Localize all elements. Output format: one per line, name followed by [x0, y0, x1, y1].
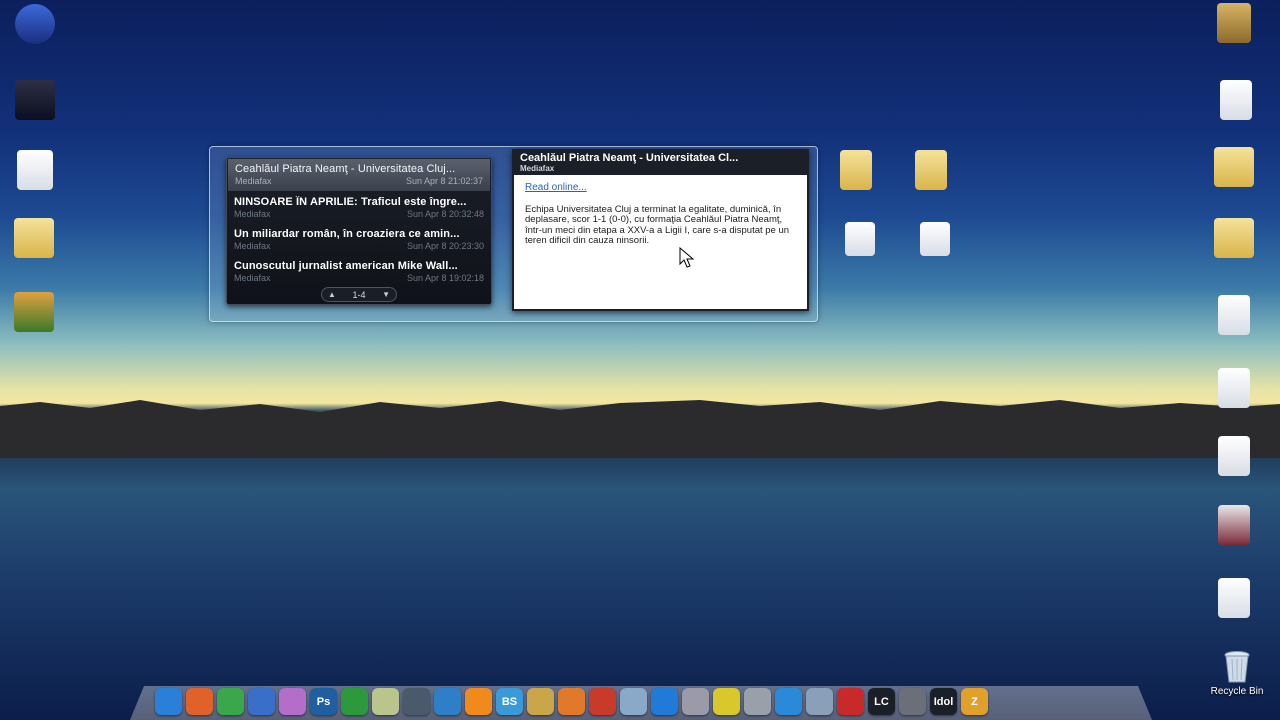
ccleaner-icon[interactable] — [434, 688, 461, 715]
desktop-icon-file[interactable] — [1218, 295, 1250, 335]
headline-date: Sun Apr 8 21:02:37 — [405, 176, 483, 186]
headline-date: Sun Apr 8 20:32:48 — [406, 209, 484, 219]
triangle-up-icon[interactable]: ▲ — [328, 290, 336, 299]
recycle-bin-label: Recycle Bin — [1210, 686, 1264, 697]
article-body: Echipa Universitatea Cluj a terminat la … — [525, 204, 790, 246]
triangle-down-icon[interactable]: ▼ — [382, 290, 390, 299]
lightning-icon[interactable] — [775, 688, 802, 715]
headline-date: Sun Apr 8 20:23:30 — [406, 241, 484, 251]
chart-app-icon[interactable] — [248, 688, 275, 715]
desktop-icon-folder[interactable] — [1214, 218, 1254, 258]
mountain-silhouette — [0, 400, 1280, 458]
folder-icon[interactable] — [806, 688, 833, 715]
headline-source: Mediafax — [234, 241, 271, 251]
bs-player-icon[interactable]: BS — [496, 688, 523, 715]
car-icon[interactable] — [837, 688, 864, 715]
desktop-icon-image[interactable] — [1217, 3, 1251, 43]
headline-title: NINSOARE ÎN APRILIE: Traficul este îngre… — [234, 196, 467, 208]
chrome-icon[interactable] — [217, 688, 244, 715]
desktop-icon-image[interactable] — [14, 292, 54, 332]
headline-date: Sun Apr 8 19:02:18 — [406, 273, 484, 283]
lock-icon[interactable] — [744, 688, 771, 715]
article-panel: Ceahlăul Piatra Neamţ - Universitatea Cl… — [512, 149, 809, 311]
video-icon[interactable] — [558, 688, 585, 715]
mouse-cursor-icon — [679, 247, 695, 268]
tools-icon[interactable] — [527, 688, 554, 715]
pager-range: 1-4 — [352, 289, 366, 300]
headline-title: Cunoscutul jurnalist american Mike Wall.… — [234, 260, 458, 272]
desktop-icon-folder[interactable] — [840, 150, 872, 190]
desktop-icon-folder[interactable] — [1214, 147, 1254, 187]
desktop-icon-file[interactable] — [920, 222, 950, 256]
teamviewer-icon[interactable] — [651, 688, 678, 715]
desktop-icon-app[interactable] — [15, 80, 55, 120]
idol-icon[interactable]: Idol — [930, 688, 957, 715]
notes-icon[interactable] — [372, 688, 399, 715]
desktop-icon-file[interactable] — [1220, 80, 1252, 120]
desktop-icon-folder[interactable] — [14, 218, 54, 258]
dock: Ps BS LC Idol Z — [155, 688, 988, 716]
internet-explorer-icon[interactable] — [155, 688, 182, 715]
search-icon[interactable] — [620, 688, 647, 715]
desktop-icon-network[interactable] — [15, 4, 55, 44]
article-title: Ceahlăul Piatra Neamţ - Universitatea Cl… — [520, 152, 739, 164]
headline-source: Mediafax — [235, 176, 272, 186]
z-app-icon[interactable]: Z — [961, 688, 988, 715]
desktop-icon-file[interactable] — [1218, 368, 1250, 408]
headline-title: Ceahlăul Piatra Neamţ - Universitatea Cl… — [235, 163, 456, 175]
pager: ▲ 1-4 ▼ — [321, 287, 397, 302]
desktop-icon-file[interactable] — [1218, 436, 1250, 476]
desktop-icon-app[interactable] — [1218, 505, 1250, 545]
avira-icon[interactable] — [589, 688, 616, 715]
article-source: Mediafax — [520, 164, 555, 173]
network-icon[interactable] — [682, 688, 709, 715]
read-online-link[interactable]: Read online... — [525, 182, 807, 193]
headline-item[interactable]: Cunoscutul jurnalist american Mike Wall.… — [227, 256, 491, 288]
desktop-icon-file[interactable] — [17, 150, 53, 190]
recycle-bin[interactable]: Recycle Bin — [1207, 650, 1267, 697]
headline-item[interactable]: NINSOARE ÎN APRILIE: Traficul este îngre… — [227, 192, 491, 224]
recycle-bin-icon — [1224, 651, 1250, 683]
headline-source: Mediafax — [234, 273, 271, 283]
vlc-icon[interactable] — [465, 688, 492, 715]
desktop-icon-file[interactable] — [1218, 578, 1250, 618]
media-icon[interactable] — [403, 688, 430, 715]
messenger-icon[interactable] — [279, 688, 306, 715]
puzzle-icon[interactable] — [713, 688, 740, 715]
desktop-icon-file[interactable] — [845, 222, 875, 256]
lc-icon[interactable]: LC — [868, 688, 895, 715]
article-header: Ceahlăul Piatra Neamţ - Universitatea Cl… — [514, 151, 807, 175]
utorrent-icon[interactable] — [341, 688, 368, 715]
headline-title: Un miliardar român, în croaziera ce amin… — [234, 228, 460, 240]
desktop-icon-folder[interactable] — [915, 150, 947, 190]
headline-item[interactable]: Un miliardar român, în croaziera ce amin… — [227, 224, 491, 256]
photoshop-icon[interactable]: Ps — [310, 688, 337, 715]
headline-source: Mediafax — [234, 209, 271, 219]
counter-strike-icon[interactable] — [899, 688, 926, 715]
headline-item[interactable]: Ceahlăul Piatra Neamţ - Universitatea Cl… — [228, 159, 490, 191]
headline-list: Ceahlăul Piatra Neamţ - Universitatea Cl… — [226, 157, 492, 305]
firefox-icon[interactable] — [186, 688, 213, 715]
